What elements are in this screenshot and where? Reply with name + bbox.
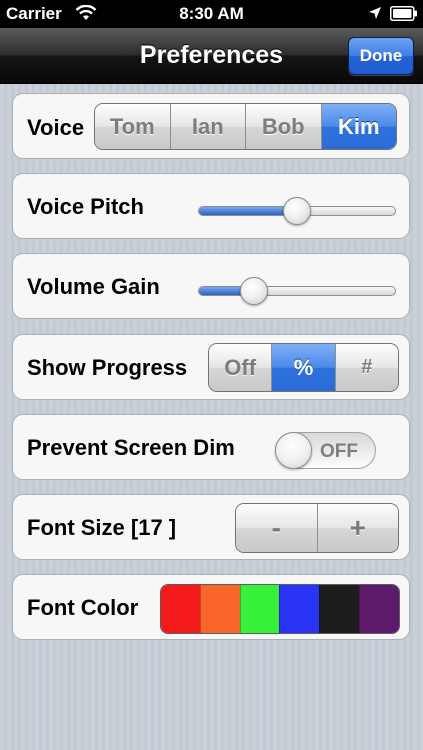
voice-option-ian[interactable]: Ian — [169, 104, 245, 149]
voice-label: Voice — [27, 115, 85, 140]
font-color-label: Font Color — [27, 595, 139, 620]
progress-option-number[interactable]: # — [334, 344, 398, 391]
color-swatch-red[interactable] — [161, 585, 200, 633]
volume-gain-row: Volume Gain — [12, 253, 410, 319]
progress-option-percent[interactable]: % — [271, 344, 335, 391]
color-swatch-purple[interactable] — [359, 585, 399, 633]
voice-pitch-slider-track[interactable] — [198, 197, 396, 225]
show-progress-segmented-control: Off % # — [208, 343, 399, 392]
font-color-picker — [160, 584, 400, 634]
color-swatch-green[interactable] — [239, 585, 280, 633]
voice-pitch-slider-thumb[interactable] — [283, 197, 311, 225]
font-size-label: Font Size [17 ] — [27, 515, 177, 540]
color-swatch-orange[interactable] — [199, 585, 240, 633]
toggle-knob — [275, 432, 312, 469]
color-swatch-black[interactable] — [319, 585, 360, 633]
font-color-row: Font Color — [12, 574, 410, 640]
volume-gain-label: Volume Gain — [27, 274, 160, 299]
voice-option-bob[interactable]: Bob — [245, 104, 321, 149]
volume-gain-slider-track[interactable] — [198, 277, 396, 305]
font-size-decrease-button[interactable]: - — [236, 504, 317, 552]
font-size-increase-button[interactable]: + — [316, 504, 398, 552]
voice-pitch-row: Voice Pitch — [12, 173, 410, 239]
prevent-dim-label: Prevent Screen Dim — [27, 435, 235, 460]
prevent-dim-toggle[interactable]: OFF — [275, 432, 376, 469]
voice-pitch-label: Voice Pitch — [27, 194, 144, 219]
status-time: 8:30 AM — [179, 4, 244, 23]
font-size-row: Font Size [17 ] - + — [12, 494, 410, 560]
navigation-bar: Preferences Done — [0, 28, 423, 84]
voice-option-kim[interactable]: Kim — [320, 104, 396, 149]
volume-gain-slider-thumb[interactable] — [239, 277, 268, 305]
battery-icon — [390, 6, 417, 21]
progress-option-off[interactable]: Off — [209, 344, 272, 391]
toggle-state-text: OFF — [320, 441, 358, 462]
voice-row: Voice Tom Ian Bob Kim — [12, 93, 410, 159]
show-progress-label: Show Progress — [27, 355, 188, 380]
show-progress-row: Show Progress Off % # — [12, 334, 410, 400]
prevent-dim-row: Prevent Screen Dim OFF — [12, 414, 410, 480]
status-bar: Carrier 8:30 AM — [0, 0, 423, 28]
color-swatch-blue[interactable] — [279, 585, 320, 633]
font-size-stepper: - + — [235, 503, 399, 553]
location-arrow-icon — [369, 7, 381, 19]
done-button[interactable]: Done — [348, 37, 414, 75]
voice-segmented-control: Tom Ian Bob Kim — [94, 103, 397, 150]
voice-option-tom[interactable]: Tom — [95, 104, 170, 149]
